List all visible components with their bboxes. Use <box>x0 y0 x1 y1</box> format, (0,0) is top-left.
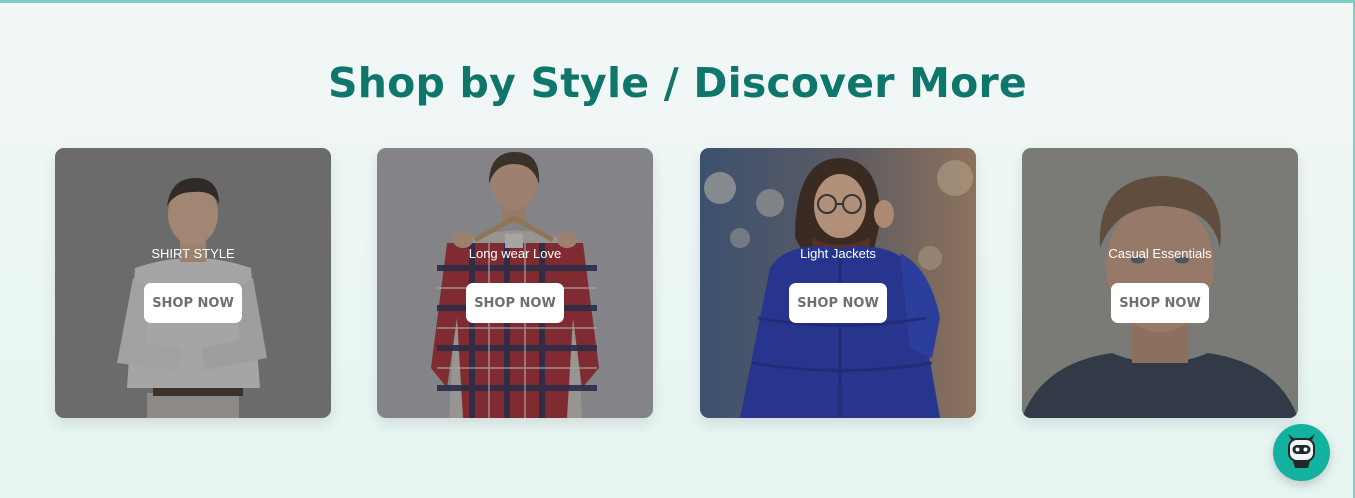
shop-now-button[interactable]: SHOP NOW <box>789 283 887 323</box>
shop-now-button[interactable]: SHOP NOW <box>144 283 242 323</box>
style-card-casual-essentials[interactable]: Casual Essentials SHOP NOW <box>1022 148 1298 418</box>
robot-icon <box>1288 434 1315 468</box>
style-card-shirt[interactable]: SHIRT STYLE SHOP NOW <box>55 148 331 418</box>
card-label: Long wear Love <box>468 246 562 261</box>
card-label: Light Jackets <box>800 246 876 261</box>
style-card-light-jackets[interactable]: Light Jackets SHOP NOW <box>700 148 976 418</box>
chatbot-button[interactable] <box>1273 424 1330 481</box>
shop-now-button[interactable]: SHOP NOW <box>1111 283 1209 323</box>
section-title: Shop by Style / Discover More <box>328 59 1027 107</box>
style-card-long-wear[interactable]: Long wear Love SHOP NOW <box>377 148 653 418</box>
shop-by-style-section: Shop by Style / Discover More SHIRT STYL… <box>0 0 1355 498</box>
card-label: Casual Essentials <box>1108 246 1212 261</box>
shop-now-button[interactable]: SHOP NOW <box>466 283 564 323</box>
card-label: SHIRT STYLE <box>151 246 235 261</box>
